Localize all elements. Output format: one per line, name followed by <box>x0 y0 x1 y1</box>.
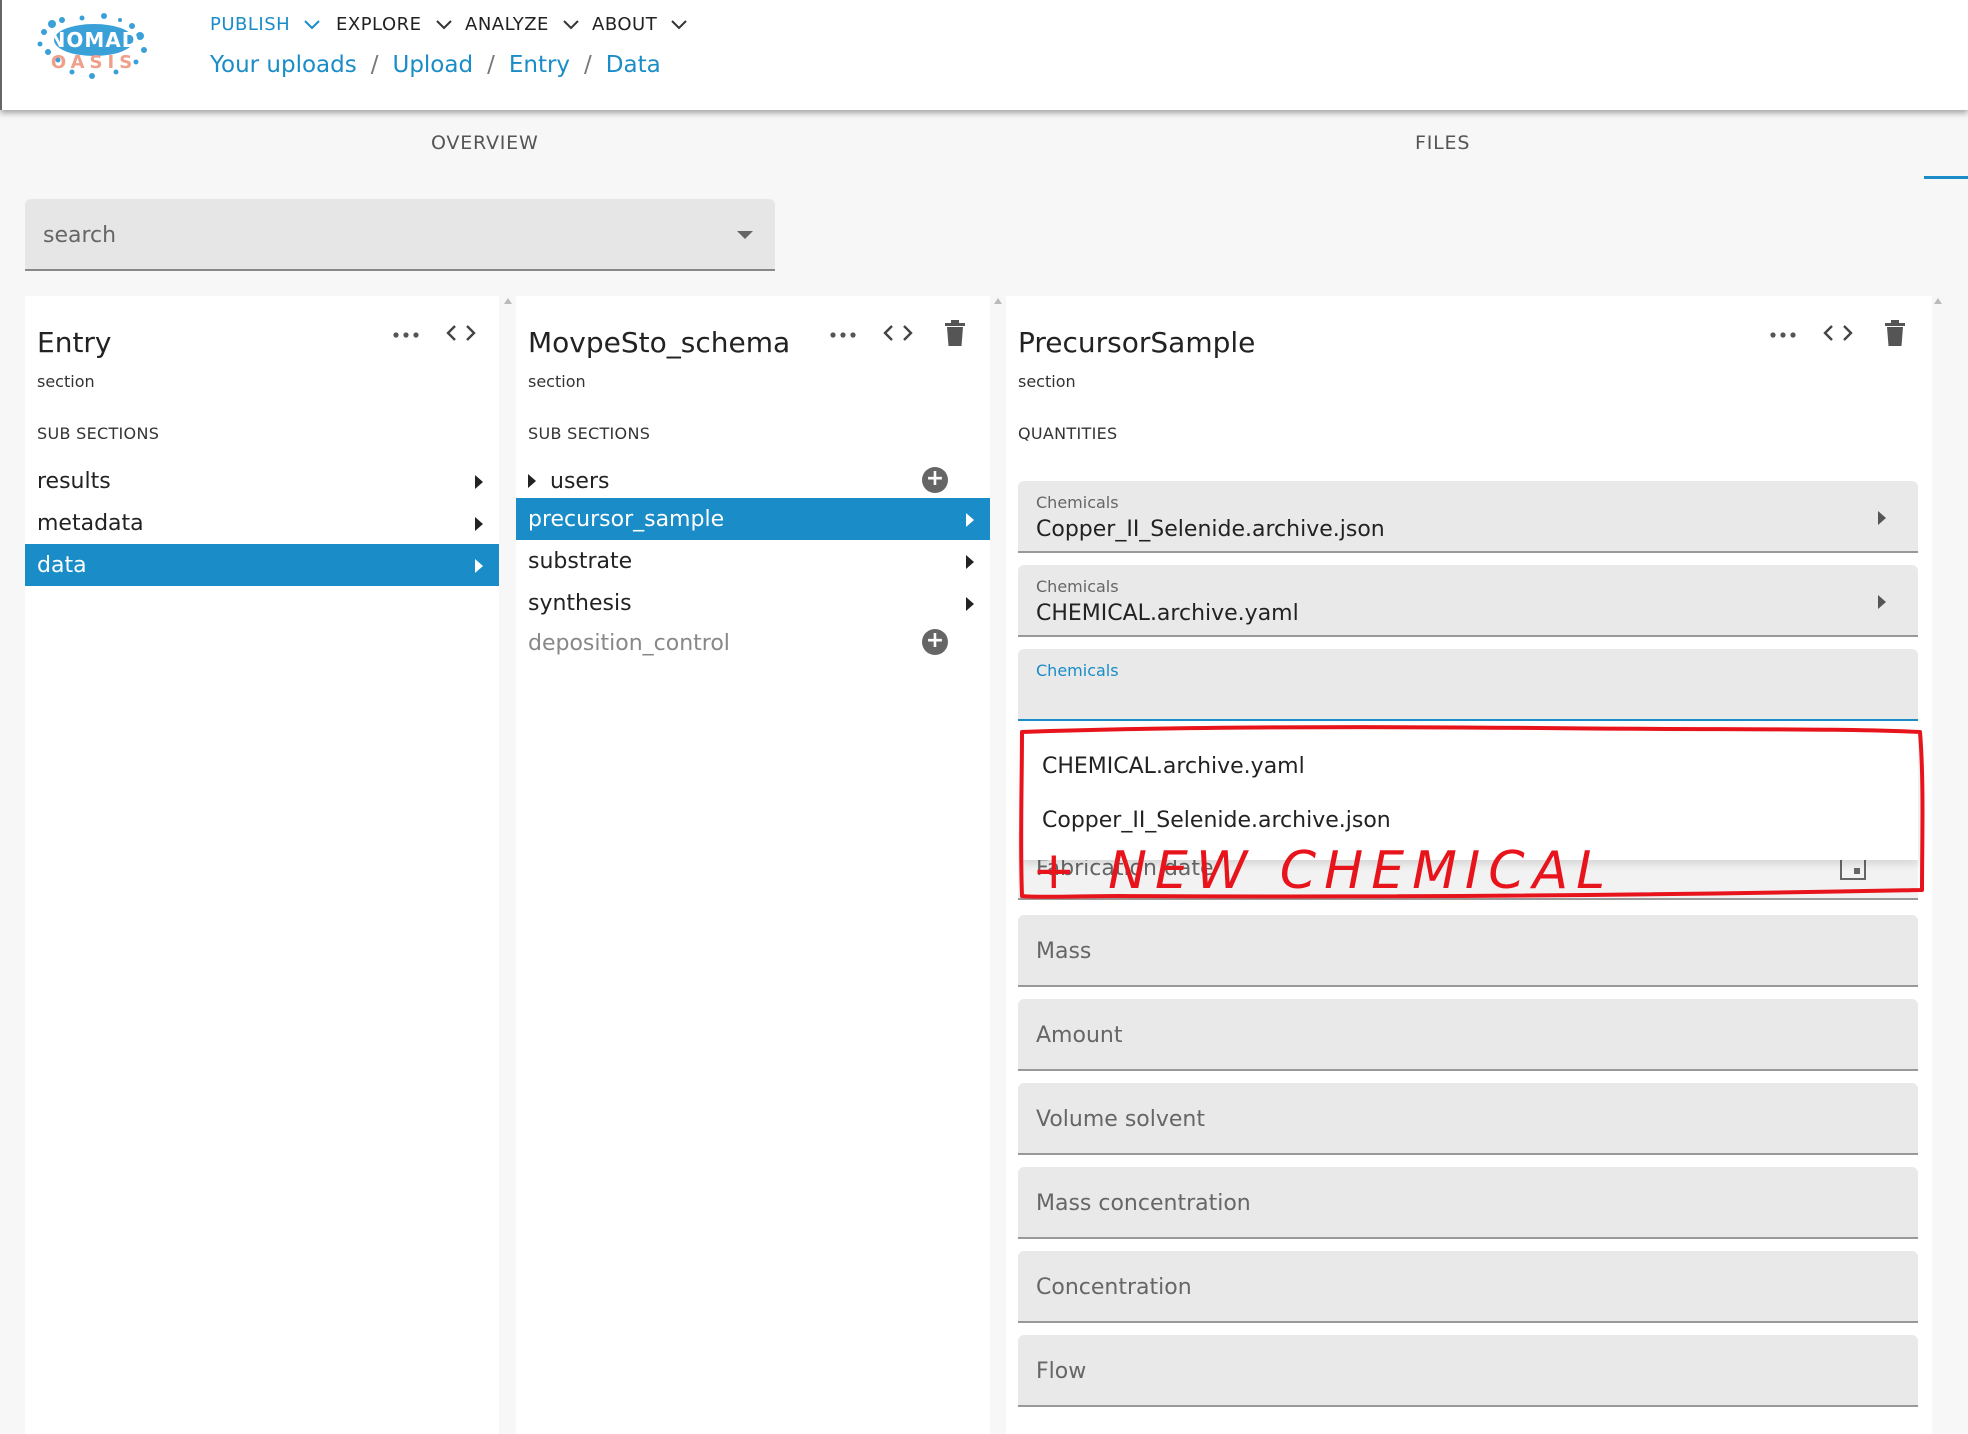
chevron-right-icon <box>475 475 483 489</box>
chemicals-field-3[interactable]: Chemicals <box>1018 649 1918 721</box>
chevron-down-icon <box>563 19 579 29</box>
subsection-substrate[interactable]: substrate <box>516 540 990 582</box>
subsection-data[interactable]: data <box>25 544 499 586</box>
breadcrumb-your-uploads[interactable]: Your uploads <box>210 52 357 78</box>
breadcrumb-separator: / <box>584 52 592 78</box>
dropdown-arrow-icon[interactable] <box>737 231 753 239</box>
scroll-up-arrow[interactable] <box>504 298 512 304</box>
chemicals-field-2[interactable]: Chemicals CHEMICAL.archive.yaml <box>1018 565 1918 637</box>
mass-concentration-field[interactable]: Mass concentration <box>1018 1167 1918 1239</box>
pane-subtitle: section <box>528 372 586 391</box>
breadcrumb-data[interactable]: Data <box>606 52 661 78</box>
app-header: NOMAD OASIS PUBLISH EXPLORE ANALYZE ABOU… <box>0 0 1968 110</box>
search-select[interactable] <box>25 199 775 271</box>
subsection-users[interactable]: users <box>516 460 990 502</box>
svg-text:NOMAD: NOMAD <box>49 28 140 52</box>
breadcrumb-separator: / <box>370 52 379 78</box>
annotation-text: + NEW CHEMICAL <box>1032 841 1613 900</box>
tab-overview[interactable]: OVERVIEW <box>431 132 539 154</box>
subsection-deposition-control[interactable]: deposition_control <box>516 622 990 664</box>
nav-analyze[interactable]: ANALYZE <box>465 14 579 35</box>
chevron-right-icon <box>475 559 483 573</box>
tab-indicator <box>1924 176 1968 179</box>
chevron-right-icon[interactable] <box>1878 511 1886 525</box>
pane-subtitle: section <box>37 372 95 391</box>
chevron-down-icon <box>435 19 452 29</box>
breadcrumb-upload[interactable]: Upload <box>392 52 473 78</box>
chevron-down-icon <box>671 19 687 29</box>
search-input[interactable] <box>43 223 723 248</box>
subsection-results[interactable]: results <box>25 460 499 502</box>
flow-field[interactable]: Flow <box>1018 1335 1918 1407</box>
tab-files[interactable]: FILES <box>1415 132 1470 154</box>
section-caption: QUANTITIES <box>1018 424 1118 443</box>
chevron-down-icon <box>304 19 320 29</box>
section-caption: SUB SECTIONS <box>37 424 160 443</box>
schema-pane: MovpeSto_schema section SUB SECTIONS use… <box>516 296 990 1434</box>
svg-text:OASIS: OASIS <box>51 52 137 73</box>
chevron-right-icon <box>966 597 974 611</box>
more-options-icon[interactable] <box>1768 320 1798 350</box>
breadcrumb-separator: / <box>487 52 495 78</box>
nav-about[interactable]: ABOUT <box>592 14 687 35</box>
scroll-up-arrow[interactable] <box>994 298 1002 304</box>
expand-triangle-icon[interactable] <box>528 474 536 488</box>
new-chemical-annotation: + NEW CHEMICAL <box>1019 725 1925 900</box>
add-users-icon[interactable]: + <box>922 467 948 493</box>
code-view-icon[interactable] <box>1823 318 1853 348</box>
nav-publish[interactable]: PUBLISH <box>210 14 320 35</box>
pane-title: MovpeSto_schema <box>528 326 791 359</box>
mass-field[interactable]: Mass <box>1018 915 1918 987</box>
chevron-right-icon <box>475 517 483 531</box>
nomad-oasis-logo[interactable]: NOMAD OASIS <box>32 10 150 86</box>
chevron-right-icon <box>966 555 974 569</box>
breadcrumb-entry[interactable]: Entry <box>509 52 570 78</box>
subsection-precursor-sample[interactable]: precursor_sample <box>516 498 990 540</box>
volume-solvent-field[interactable]: Volume solvent <box>1018 1083 1918 1155</box>
code-view-icon[interactable] <box>883 318 913 348</box>
chevron-right-icon[interactable] <box>1878 595 1886 609</box>
section-caption: SUB SECTIONS <box>528 424 651 443</box>
subsection-synthesis[interactable]: synthesis <box>516 582 990 624</box>
code-view-icon[interactable] <box>446 318 476 348</box>
chevron-right-icon <box>966 513 974 527</box>
entry-pane: Entry section SUB SECTIONS results metad… <box>25 296 499 1434</box>
pane-title: Entry <box>37 326 112 359</box>
subsection-metadata[interactable]: metadata <box>25 502 499 544</box>
add-deposition-control-icon[interactable]: + <box>922 629 948 655</box>
more-options-icon[interactable] <box>828 320 858 350</box>
concentration-field[interactable]: Concentration <box>1018 1251 1918 1323</box>
chemicals-field-1[interactable]: Chemicals Copper_II_Selenide.archive.jso… <box>1018 481 1918 553</box>
nav-explore[interactable]: EXPLORE <box>336 14 452 35</box>
amount-field[interactable]: Amount <box>1018 999 1918 1071</box>
pane-subtitle: section <box>1018 372 1076 391</box>
delete-icon[interactable] <box>940 318 970 348</box>
delete-icon[interactable] <box>1880 318 1910 348</box>
breadcrumb: Your uploads / Upload / Entry / Data <box>210 52 661 78</box>
scroll-up-arrow[interactable] <box>1934 298 1942 304</box>
more-options-icon[interactable] <box>391 320 421 350</box>
pane-title: PrecursorSample <box>1018 326 1256 359</box>
